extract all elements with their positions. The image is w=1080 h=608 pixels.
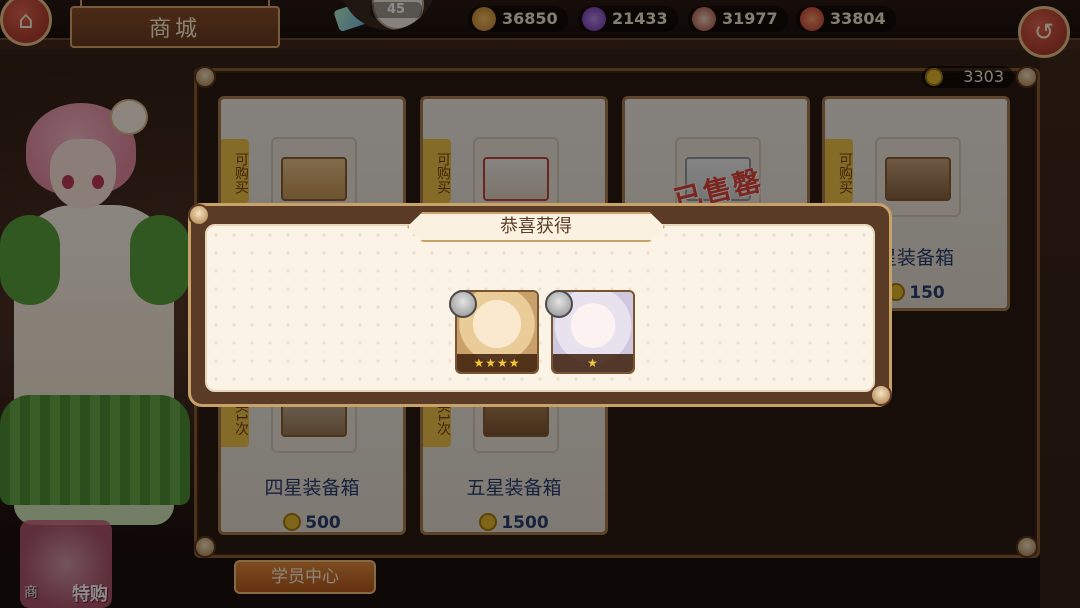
corner-gem-icon	[870, 384, 892, 406]
star-rating: ★	[553, 354, 633, 372]
star-rating: ★★★★	[457, 354, 537, 372]
badge-icon	[545, 290, 573, 318]
reward-dialog: ★★★★ ★ 恭喜获得	[188, 203, 892, 407]
badge-icon	[449, 290, 477, 318]
corner-gem-icon	[188, 204, 210, 226]
dialog-title: 恭喜获得	[407, 212, 665, 242]
